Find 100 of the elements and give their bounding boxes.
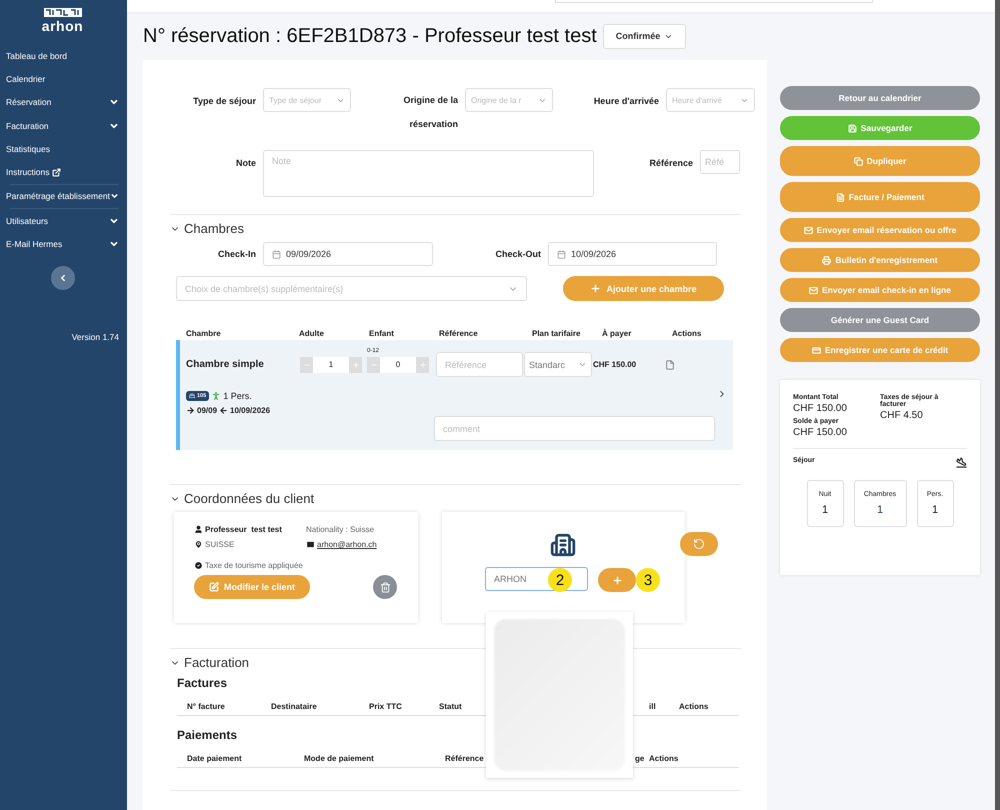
- action-button[interactable]: Générer une Guest Card: [780, 308, 980, 332]
- column-header: ill: [649, 702, 657, 711]
- field-label: Heure d'arrivée: [592, 95, 659, 106]
- reset-icon[interactable]: [680, 532, 718, 556]
- logo-text: arhon: [42, 18, 84, 34]
- sidebar-item[interactable]: Réservation: [6, 90, 119, 114]
- nationality-text: Nationality : Suisse: [306, 525, 376, 534]
- calendar-icon: [272, 250, 281, 258]
- user-icon: [194, 525, 203, 534]
- external-link-icon: [52, 168, 62, 177]
- increment-button[interactable]: [349, 356, 362, 372]
- column-header: Date paiement: [187, 754, 243, 763]
- sidebar-item[interactable]: Tableau de bord: [6, 44, 119, 68]
- stat-value: 1: [822, 504, 828, 516]
- person-icon: [211, 391, 222, 401]
- field-label: Check-Out: [494, 248, 541, 259]
- tax-text: Taxe de tourisme appliquée: [205, 561, 303, 570]
- column-header: Référence: [439, 328, 479, 338]
- column-header: Enfant: [369, 328, 395, 338]
- document-icon: [836, 192, 845, 202]
- column-header: Statut: [439, 702, 463, 711]
- column-header: Actions: [679, 702, 710, 711]
- sidebar-item[interactable]: Paramétrage établissement: [6, 184, 119, 208]
- country-text: SUISSE: [205, 540, 234, 549]
- column-header: Mode de paiement: [304, 754, 375, 763]
- section-header[interactable]: Chambres: [170, 221, 244, 236]
- total-value: CHF 150.00: [793, 403, 848, 414]
- room-price: CHF 150.00: [593, 360, 638, 369]
- column-header: Destinataire: [271, 702, 318, 711]
- column-header: Actions: [672, 328, 702, 338]
- sidebar-item[interactable]: Instructions: [6, 160, 119, 184]
- plus-icon: [418, 360, 426, 368]
- edit-icon: [208, 582, 219, 592]
- plus-icon: [590, 283, 602, 294]
- column-header: Prix TTC: [369, 702, 403, 711]
- calendar-icon: [557, 250, 566, 258]
- column-header: Actions: [649, 754, 680, 763]
- collapse-button[interactable]: [50, 266, 74, 290]
- printer-icon: [822, 256, 832, 264]
- section-header[interactable]: Facturation: [170, 655, 250, 670]
- delete-button[interactable]: [373, 575, 397, 599]
- persons-text: 1 Pers.: [223, 391, 252, 401]
- field-label: Origine de la réservation: [402, 94, 458, 131]
- sidebar-item[interactable]: Statistiques: [6, 137, 119, 160]
- search-field[interactable]: [555, 0, 873, 3]
- save-icon: [848, 124, 857, 132]
- status-dropdown[interactable]: Confirmée: [602, 24, 686, 48]
- mail-icon: [804, 226, 813, 234]
- field-label: Note: [235, 157, 256, 168]
- room-name: Chambre simple: [186, 359, 265, 370]
- page-title: N° réservation : 6EF2B1D873 - Professeur test test: [143, 24, 597, 48]
- section-subtitle: Factures: [177, 676, 228, 690]
- quantity-field[interactable]: 0: [380, 356, 416, 372]
- plus-icon: [612, 574, 622, 586]
- credit-card-icon: [812, 346, 821, 354]
- quantity-field[interactable]: 1: [313, 356, 349, 372]
- column-header: Référence: [445, 754, 485, 763]
- rate-plan-select[interactable]: Standarc: [524, 352, 592, 377]
- mail-icon: [809, 286, 818, 294]
- email-link[interactable]: arhon@arhon.ch: [317, 540, 377, 549]
- section-subtitle: Paiements: [177, 728, 238, 742]
- increment-button[interactable]: [416, 356, 429, 372]
- trash-icon: [380, 582, 390, 592]
- column-header: N° facture: [187, 702, 226, 711]
- field-label: Check-In: [216, 248, 256, 259]
- client-name: Professeur test test: [205, 525, 282, 534]
- arrival-date: 09/09: [197, 406, 218, 415]
- date-field[interactable]: 10/09/2026: [548, 242, 717, 266]
- column-header: À payer: [602, 328, 632, 338]
- departure-icon: [219, 406, 228, 415]
- chevron-icon: [578, 360, 587, 369]
- copy-icon: [854, 156, 863, 166]
- field-label: Type de séjour: [192, 95, 256, 106]
- date-field[interactable]: 09/09/2026: [263, 242, 433, 266]
- sidebar-item[interactable]: E-Mail Hermes: [6, 232, 119, 256]
- arrival-icon: [186, 406, 195, 415]
- section-header[interactable]: Coordonnées du client: [170, 491, 314, 506]
- plus-icon: [352, 360, 360, 368]
- column-header: ge: [634, 754, 646, 763]
- logo-icon: [44, 8, 82, 17]
- stat-value: 1: [876, 504, 884, 516]
- action-button[interactable]: Retour au calendrier: [780, 86, 980, 110]
- decrement-button[interactable]: [300, 356, 313, 372]
- field-label: Référence: [648, 157, 693, 168]
- version-text: Version 1.74: [72, 332, 119, 342]
- landing-icon: [956, 457, 967, 468]
- stat-value: 1: [932, 504, 938, 516]
- sidebar-item[interactable]: Utilisateurs: [6, 209, 119, 232]
- decrement-button[interactable]: [367, 356, 380, 372]
- total-value: CHF 4.50: [880, 410, 924, 421]
- column-header: Chambre: [186, 328, 222, 338]
- check-icon: [194, 561, 203, 570]
- sidebar-item[interactable]: Calendrier: [6, 67, 119, 91]
- sidebar-item[interactable]: Facturation: [6, 114, 119, 138]
- document-icon[interactable]: [665, 360, 675, 370]
- add-button[interactable]: [598, 568, 636, 592]
- location-icon: [194, 540, 203, 549]
- column-header: Plan tarifaire: [532, 328, 582, 338]
- total-value: CHF 150.00: [793, 427, 848, 438]
- building-icon: [550, 532, 576, 558]
